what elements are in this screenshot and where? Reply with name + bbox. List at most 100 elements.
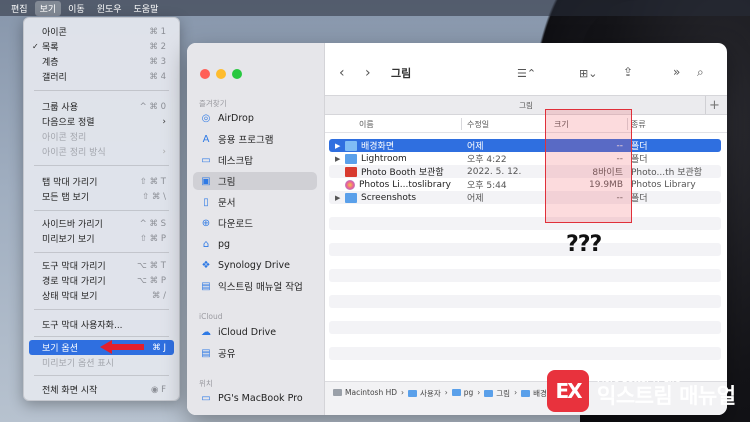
- menu-item-list[interactable]: ✓ 목록 ⌘ 2: [29, 39, 174, 54]
- sidebar-section-favorites: 즐겨찾기: [199, 99, 227, 108]
- menu-item-label: 경로 막대 가리기: [42, 277, 106, 287]
- sidebar-item-label: 문서: [218, 198, 236, 209]
- sidebar-item-desktop[interactable]: ▭ 데스크탑: [193, 151, 317, 169]
- photo-booth-icon: [345, 166, 357, 177]
- sidebar-item-home[interactable]: ⌂ pg: [193, 235, 317, 253]
- disclosure-triangle-icon[interactable]: ▶: [335, 194, 345, 202]
- file-kind: Photos Library: [631, 179, 696, 190]
- file-row[interactable]: Photos Li...toslibrary 오후 5:44 19.9MB Ph…: [329, 178, 721, 191]
- menu-item-label: 갤러리: [42, 73, 67, 83]
- back-button[interactable]: ‹: [339, 65, 345, 81]
- disclosure-triangle-icon[interactable]: ▶: [335, 155, 345, 163]
- file-kind: 폴더: [631, 194, 648, 204]
- menu-item-label: 아이콘: [42, 28, 67, 38]
- menu-item-hide-path-bar[interactable]: 경로 막대 가리기 ⌥ ⌘ P: [29, 273, 174, 288]
- path-item[interactable]: pg: [451, 388, 473, 397]
- menu-item-hide-tab-bar[interactable]: 탭 막대 가리기 ⇧ ⌘ T: [29, 174, 174, 189]
- menu-item-use-groups[interactable]: 그룹 사용 ^ ⌘ 0: [29, 99, 174, 114]
- path-item[interactable]: 그림: [484, 388, 510, 399]
- sidebar-item-extreme-manual[interactable]: ▤ 익스트림 매뉴얼 작업: [193, 277, 317, 295]
- disk-icon: [333, 389, 342, 396]
- shortcut: ⌘ 2: [149, 41, 166, 52]
- pictures-icon: ▣: [201, 175, 211, 187]
- column-modified[interactable]: 수정일: [467, 119, 489, 130]
- file-name-cell: ▶ 배경화면: [335, 139, 394, 152]
- menu-item-customize-toolbar[interactable]: 도구 막대 사용자화...: [29, 317, 174, 332]
- folder-icon: [345, 153, 357, 164]
- folder-icon: [521, 390, 531, 397]
- close-window-button[interactable]: [200, 69, 210, 79]
- file-modified: 오후 4:22: [467, 155, 507, 165]
- menu-item-show-preview[interactable]: 미리보기 보기 ⇧ ⌘ P: [29, 231, 174, 246]
- file-row[interactable]: ▶ 배경화면 어제 -- 폴더: [329, 139, 721, 152]
- path-item[interactable]: Macintosh HD: [333, 388, 397, 397]
- menu-item-label: 모든 탭 보기: [42, 193, 90, 203]
- folder-icon: [345, 192, 357, 203]
- sidebar-item-pictures[interactable]: ▣ 그림: [193, 172, 317, 190]
- menu-item-sort-by[interactable]: 다음으로 정렬 ›: [29, 114, 174, 129]
- folder-icon: ▤: [201, 280, 211, 292]
- more-tools-icon[interactable]: »: [673, 65, 680, 79]
- file-row[interactable]: Photo Booth 보관함 2022. 5. 12. 8바이트 Photo.…: [329, 165, 721, 178]
- home-icon: ⌂: [202, 238, 210, 250]
- menu-separator: [34, 336, 169, 337]
- path-label: 그림: [496, 389, 511, 398]
- disclosure-triangle-icon[interactable]: ▶: [335, 142, 345, 150]
- sidebar-item-synology[interactable]: ❖ Synology Drive: [193, 256, 317, 274]
- chevron-right-icon: ›: [162, 146, 166, 157]
- column-kind[interactable]: 종류: [631, 119, 646, 130]
- logo-badge: EX: [547, 370, 589, 412]
- path-item[interactable]: 사용자: [408, 388, 441, 399]
- sidebar-item-applications[interactable]: A 응용 프로그램: [193, 130, 317, 148]
- sidebar-item-documents[interactable]: ▯ 문서: [193, 193, 317, 211]
- forward-button[interactable]: ›: [365, 65, 371, 81]
- watermark-logo: EX More Better IT Life 익스트림 매뉴얼: [547, 368, 736, 414]
- cloud-icon: ☁: [201, 326, 211, 338]
- airdrop-icon: ◎: [201, 112, 211, 124]
- menu-item-icons[interactable]: 아이콘 ⌘ 1: [29, 24, 174, 39]
- menu-item-label: 그룹 사용: [42, 103, 78, 113]
- menu-help[interactable]: 도움말: [129, 1, 164, 16]
- question-annotation: ???: [566, 232, 602, 257]
- sidebar-item-label: iCloud Drive: [218, 326, 277, 338]
- menu-item-enter-full-screen[interactable]: 전체 화면 시작 ◉ F: [29, 382, 174, 397]
- search-icon[interactable]: ⌕: [697, 65, 704, 80]
- menu-item-hide-toolbar[interactable]: 도구 막대 가리기 ⌥ ⌘ T: [29, 258, 174, 273]
- sidebar-item-downloads[interactable]: ⊕ 다운로드: [193, 214, 317, 232]
- applications-icon: A: [202, 133, 210, 145]
- view-mode-list-icon[interactable]: ☰⌃: [517, 67, 536, 80]
- document-icon: ▯: [203, 196, 209, 208]
- finder-window: 즐겨찾기 ◎ AirDrop A 응용 프로그램 ▭ 데스크탑 ▣ 그림 ▯ 문서 ⊕ 다운…: [187, 43, 727, 415]
- file-row[interactable]: ▶ Lightroom 오후 4:22 -- 폴더: [329, 152, 721, 165]
- group-icon[interactable]: ⊞⌄: [579, 67, 597, 80]
- sidebar-item-label: 다운로드: [218, 219, 253, 230]
- file-row[interactable]: ▶ Screenshots 어제 -- 폴더: [329, 191, 721, 204]
- menu-item-hide-sidebar[interactable]: 사이드바 가리기 ^ ⌘ S: [29, 216, 174, 231]
- new-tab-button[interactable]: +: [705, 96, 723, 114]
- minimize-window-button[interactable]: [216, 69, 226, 79]
- sidebar-item-macbook[interactable]: ▭ PG's MacBook Pro: [193, 389, 317, 407]
- shortcut: ⇧ ⌘ P: [139, 233, 166, 244]
- menu-view[interactable]: 보기: [34, 0, 62, 16]
- menu-separator: [34, 309, 169, 310]
- sidebar-item-label: Synology Drive: [218, 259, 290, 271]
- sidebar-item-airdrop[interactable]: ◎ AirDrop: [193, 109, 317, 127]
- column-name[interactable]: 이름: [359, 119, 374, 130]
- tab-pictures[interactable]: 그림: [519, 100, 533, 111]
- menu-item-label: 보기 옵션: [42, 344, 78, 354]
- menu-edit[interactable]: 편집: [6, 1, 33, 16]
- share-icon[interactable]: ⇪: [623, 65, 633, 79]
- menu-item-gallery[interactable]: 갤러리 ⌘ 4: [29, 69, 174, 84]
- menu-window[interactable]: 윈도우: [92, 1, 127, 16]
- menu-item-show-status-bar[interactable]: 상태 막대 보기 ⌘ /: [29, 288, 174, 303]
- menu-item-label: 목록: [42, 43, 59, 53]
- menu-item-show-all-tabs[interactable]: 모든 탭 보기 ⇧ ⌘ \: [29, 189, 174, 204]
- file-name: Screenshots: [361, 192, 417, 203]
- zoom-window-button[interactable]: [232, 69, 242, 79]
- file-modified: 오후 5:44: [467, 181, 507, 191]
- sidebar-item-icloud-drive[interactable]: ☁ iCloud Drive: [193, 323, 317, 341]
- file-kind: 폴더: [631, 155, 648, 165]
- menu-item-columns[interactable]: 계층 ⌘ 3: [29, 54, 174, 69]
- menu-go[interactable]: 이동: [63, 1, 90, 16]
- sidebar-item-shared[interactable]: ▤ 공유: [193, 344, 317, 362]
